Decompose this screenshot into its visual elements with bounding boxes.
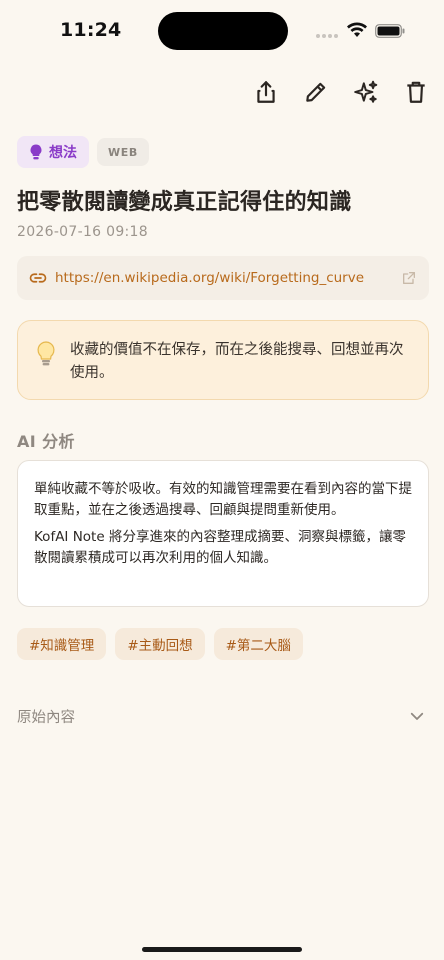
- raw-content-label: 原始內容: [17, 709, 75, 726]
- ai-analysis-paragraph: 單純收藏不等於吸收。有效的知識管理需要在看到內容的當下提取重點，並在之後透過搜尋…: [34, 481, 412, 518]
- hashtag-chip[interactable]: #主動回想: [115, 628, 205, 660]
- status-bar: 11:24: [0, 0, 444, 62]
- category-badge[interactable]: 想法: [17, 136, 89, 168]
- edit-button[interactable]: [298, 76, 334, 108]
- wifi-icon: [347, 22, 367, 37]
- delete-button[interactable]: [398, 76, 434, 108]
- insight-card: 收藏的價值不在保存，而在之後能搜尋、回想並再次使用。: [17, 320, 429, 400]
- page-title: 把零散閱讀變成真正記得住的知識: [17, 190, 352, 215]
- share-icon: [257, 81, 275, 103]
- dynamic-island: [158, 12, 288, 50]
- pencil-icon: [306, 82, 326, 102]
- source-link[interactable]: https://en.wikipedia.org/wiki/Forgetting…: [17, 256, 429, 300]
- category-label: 想法: [49, 145, 77, 161]
- share-button[interactable]: [248, 76, 284, 108]
- raw-content-toggle[interactable]: 原始內容: [17, 700, 429, 732]
- hashtag-chip[interactable]: #第二大腦: [213, 628, 303, 660]
- source-badge: WEB: [97, 138, 149, 166]
- ai-button[interactable]: [348, 76, 384, 108]
- ai-analysis-card: 單純收藏不等於吸收。有效的知識管理需要在看到內容的當下提取重點，並在之後透過搜尋…: [17, 460, 429, 607]
- home-indicator[interactable]: [142, 947, 302, 952]
- ai-analysis-paragraph: KofAI Note 將分享進來的內容整理成摘要、洞察與標籤，讓零散閱讀累積成可…: [34, 529, 406, 566]
- chevron-down-icon: [410, 712, 424, 720]
- insight-text: 收藏的價值不在保存，而在之後能搜尋、回想並再次使用。: [70, 342, 404, 381]
- battery-icon: [375, 24, 405, 38]
- trash-icon: [407, 81, 425, 103]
- ai-analysis-heading: AI 分析: [17, 432, 75, 451]
- external-link-icon[interactable]: [401, 270, 417, 286]
- hashtag-list: #知識管理 #主動回想 #第二大腦: [17, 628, 303, 660]
- note-detail-screen: 11:24 想法 WEB 把零散閱讀變成真正記得住的知識 2026-07-16 …: [0, 0, 444, 960]
- cellular-signal-icon: [316, 34, 338, 38]
- lightbulb-icon: [30, 144, 42, 160]
- hashtag-chip[interactable]: #知識管理: [17, 628, 107, 660]
- sparkles-icon: [354, 80, 378, 103]
- status-time: 11:24: [60, 19, 122, 41]
- lightbulb-icon: [37, 341, 55, 366]
- note-date: 2026-07-16 09:18: [17, 224, 148, 240]
- note-toolbar: [248, 76, 434, 108]
- link-icon: [29, 273, 47, 283]
- note-tags: 想法 WEB: [17, 136, 149, 168]
- source-url[interactable]: https://en.wikipedia.org/wiki/Forgetting…: [55, 270, 401, 286]
